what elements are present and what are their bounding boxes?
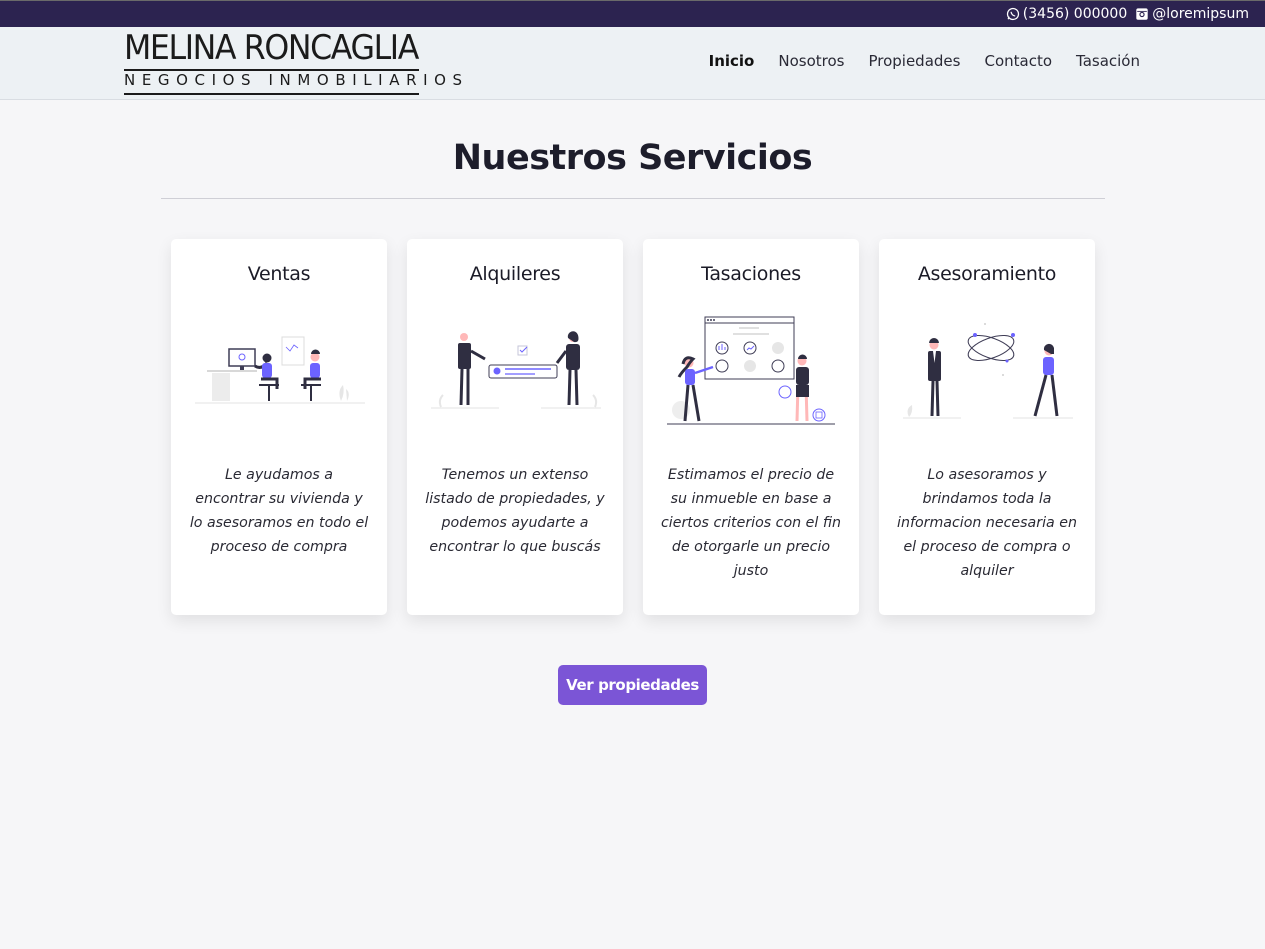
nav-item-tasacion[interactable]: Tasación [1076,52,1140,70]
nav-item-contacto[interactable]: Contacto [984,52,1052,70]
top-contact-bar: (3456) 000000 @loremipsum [0,0,1265,27]
instagram-icon [1136,8,1148,20]
nav-item-nosotros[interactable]: Nosotros [778,52,844,70]
whatsapp-icon [1006,7,1019,21]
card-title: Ventas [247,263,311,285]
site-logo[interactable]: MELINA RONCAGLIA NEGOCIOS INMOBILIARIOS [124,28,462,95]
logo-rule-bottom [124,93,419,95]
service-card-tasaciones: Tasaciones Estimamos el precio de su inm… [643,239,859,615]
main-nav: Inicio Nosotros Propiedades Contacto Tas… [709,52,1140,70]
card-title: Tasaciones [701,263,801,285]
instagram-contact[interactable]: @loremipsum [1135,6,1249,22]
service-card-asesoramiento: Asesoramiento Lo asesoramos y brindamos [879,239,1095,615]
card-description: Le ayudamos a encontrar su vivienda y lo… [189,467,369,555]
section-title: Nuestros Servicios [452,138,813,178]
rental-listing-illustration [431,331,601,409]
advisory-orbit-illustration [903,323,1073,419]
card-description: Estimamos el precio de su inmueble en ba… [661,467,841,579]
logo-tagline: NEGOCIOS INMOBILIARIOS [124,71,469,89]
logo-name: MELINA RONCAGLIA [124,28,419,68]
card-description: Lo asesoramos y brindamos toda la inform… [897,467,1077,579]
service-card-alquileres: Alquileres Tenemos un extenso listado de… [407,239,623,615]
valuation-dashboard-illustration [667,316,835,425]
services-grid: Ventas Le ayudamos a encontrar su vivien… [171,239,1095,615]
card-description: Tenemos un extenso listado de propiedade… [425,467,605,555]
sales-meeting-illustration [195,336,365,404]
card-title: Alquileres [469,263,561,285]
view-properties-button[interactable]: Ver propiedades [558,665,707,705]
instagram-handle: @loremipsum [1152,6,1249,22]
title-divider [161,198,1105,199]
nav-item-propiedades[interactable]: Propiedades [868,52,960,70]
phone-contact[interactable]: (3456) 000000 [1006,6,1127,22]
phone-number: (3456) 000000 [1022,6,1128,22]
site-header: MELINA RONCAGLIA NEGOCIOS INMOBILIARIOS … [0,27,1265,100]
card-title: Asesoramiento [917,263,1057,285]
nav-item-inicio[interactable]: Inicio [709,52,755,70]
service-card-ventas: Ventas Le ayudamos a encontrar su vivien… [171,239,387,615]
